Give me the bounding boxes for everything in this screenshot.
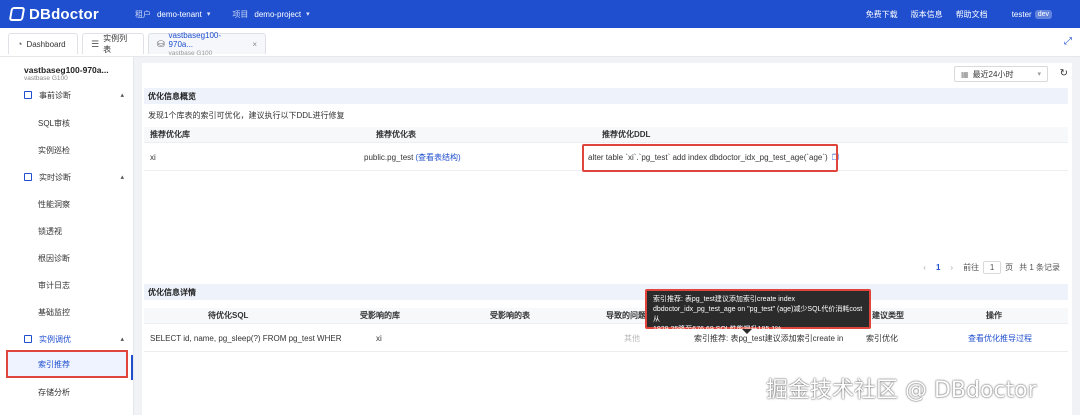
details-title: 优化信息详情 xyxy=(144,284,1068,300)
details-table-header: 待优化SQL 受影响的库 受影响的表 导致的问题 建议类型 操作 xyxy=(144,308,1068,324)
version-info-link[interactable]: 版本信息 xyxy=(911,9,943,20)
sidebar-item-inspection[interactable]: 实例巡检 xyxy=(38,143,70,157)
sidebar-scrollbar[interactable] xyxy=(131,355,133,380)
sidebar-group-pre-diagnosis[interactable]: 事前诊断 ▴ xyxy=(24,88,128,102)
chevron-up-icon: ▴ xyxy=(120,336,124,343)
top-nav-bar: DBdoctor 租户 demo-tenant ▾ 项目 demo-projec… xyxy=(0,0,1080,28)
main-content: ▦ 最近24小时 ▾ ↻ 优化信息概览 发现1个库表的索引可优化，建议执行以下D… xyxy=(142,63,1072,415)
tab-dashboard[interactable]: ◔ Dashboard xyxy=(8,33,78,54)
tooltip-arrow xyxy=(742,329,752,334)
goto-page-input[interactable]: 1 xyxy=(983,261,1002,274)
time-range-select[interactable]: ▦ 最近24小时 ▾ xyxy=(954,66,1048,82)
instance-type: vastbase G100 xyxy=(24,75,68,82)
user-menu[interactable]: tester dev xyxy=(1012,9,1052,19)
database-icon: ⛁ xyxy=(157,38,165,49)
realtime-icon xyxy=(24,173,32,181)
overview-title: 优化信息概览 xyxy=(144,88,1068,104)
chevron-up-icon: ▴ xyxy=(120,174,124,181)
next-page-button[interactable]: › xyxy=(950,263,953,272)
tab-bar: ◔ Dashboard ☰ 实例列表 ⛁ vastbaseg100-970a..… xyxy=(0,28,1080,57)
chevron-up-icon: ▴ xyxy=(120,92,124,99)
sidebar-item-storage[interactable]: 存储分析 xyxy=(38,385,70,399)
sidebar-item-audit-log[interactable]: 审计日志 xyxy=(38,278,70,292)
sidebar-group-realtime[interactable]: 实时诊断 ▴ xyxy=(24,170,128,184)
tenant-selector[interactable]: 租户 demo-tenant ▾ xyxy=(135,9,210,20)
sidebar-item-performance[interactable]: 性能洞察 xyxy=(38,197,70,211)
list-icon: ☰ xyxy=(91,38,100,49)
sidebar-item-root-cause[interactable]: 根因诊断 xyxy=(38,251,70,265)
ddl-highlight xyxy=(582,144,838,172)
suggestion-tooltip: 索引推荐: 表pg_test建议添加索引create index dbdocto… xyxy=(645,289,871,333)
sidebar-item-monitor[interactable]: 基础监控 xyxy=(38,305,70,319)
prev-page-button[interactable]: ‹ xyxy=(923,263,926,272)
pagination: ‹ 1 › 前往 1 页 共 1 条记录 xyxy=(923,261,1060,274)
chevron-down-icon: ▾ xyxy=(206,11,211,18)
total-count: 共 1 条记录 xyxy=(1019,263,1060,272)
dashboard-icon: ◔ xyxy=(17,39,23,49)
table-row: SELECT id, name, pg_sleep(?) FROM pg_tes… xyxy=(144,326,1068,352)
sidebar-item-lock[interactable]: 锁透视 xyxy=(38,224,62,238)
calendar-icon: ▦ xyxy=(961,69,969,79)
chevron-down-icon: ▾ xyxy=(306,11,310,18)
sidebar-item-sql-audit[interactable]: SQL审核 xyxy=(38,116,70,130)
watermark: 掘金技术社区 @ DBdoctor xyxy=(766,378,1037,403)
env-badge: dev xyxy=(1034,9,1052,19)
refresh-icon[interactable]: ↻ xyxy=(1060,68,1068,79)
view-table-structure-link[interactable]: (查看表结构) xyxy=(415,145,460,170)
tuning-icon xyxy=(24,335,32,343)
help-docs-link[interactable]: 帮助文档 xyxy=(956,9,988,20)
pre-diagnosis-icon xyxy=(24,91,32,99)
fullscreen-icon[interactable]: ⤢ xyxy=(1064,36,1072,47)
sql-text: SELECT id, name, pg_sleep(?) FROM pg_tes… xyxy=(150,334,342,343)
sidebar-item-index-recommend[interactable]: 索引推荐 xyxy=(6,350,128,378)
close-icon[interactable]: × xyxy=(252,40,257,49)
overview-description: 发现1个库表的索引可优化，建议执行以下DDL进行修复 xyxy=(148,111,345,120)
free-download-link[interactable]: 免费下载 xyxy=(866,9,898,20)
sidebar-group-tuning[interactable]: 实例调优 ▴ xyxy=(24,332,128,346)
sidebar: vastbaseg100-970a... vastbase G100 事前诊断 … xyxy=(0,57,134,415)
overview-table-header: 推荐优化库 推荐优化表 推荐优化DDL xyxy=(144,127,1068,143)
page-1[interactable]: 1 xyxy=(936,263,940,272)
tab-instance[interactable]: ⛁ vastbaseg100-970a... vastbase G100 × xyxy=(148,31,266,57)
chevron-down-icon: ▾ xyxy=(1037,71,1041,78)
logo-icon xyxy=(8,7,26,21)
app-logo[interactable]: DBdoctor xyxy=(8,6,99,23)
view-derivation-link[interactable]: 查看优化推导过程 xyxy=(968,326,1032,351)
tab-instance-list[interactable]: ☰ 实例列表 xyxy=(82,33,144,54)
project-selector[interactable]: 项目 demo-project ▾ xyxy=(232,9,309,20)
instance-name: vastbaseg100-970a... xyxy=(24,65,109,75)
